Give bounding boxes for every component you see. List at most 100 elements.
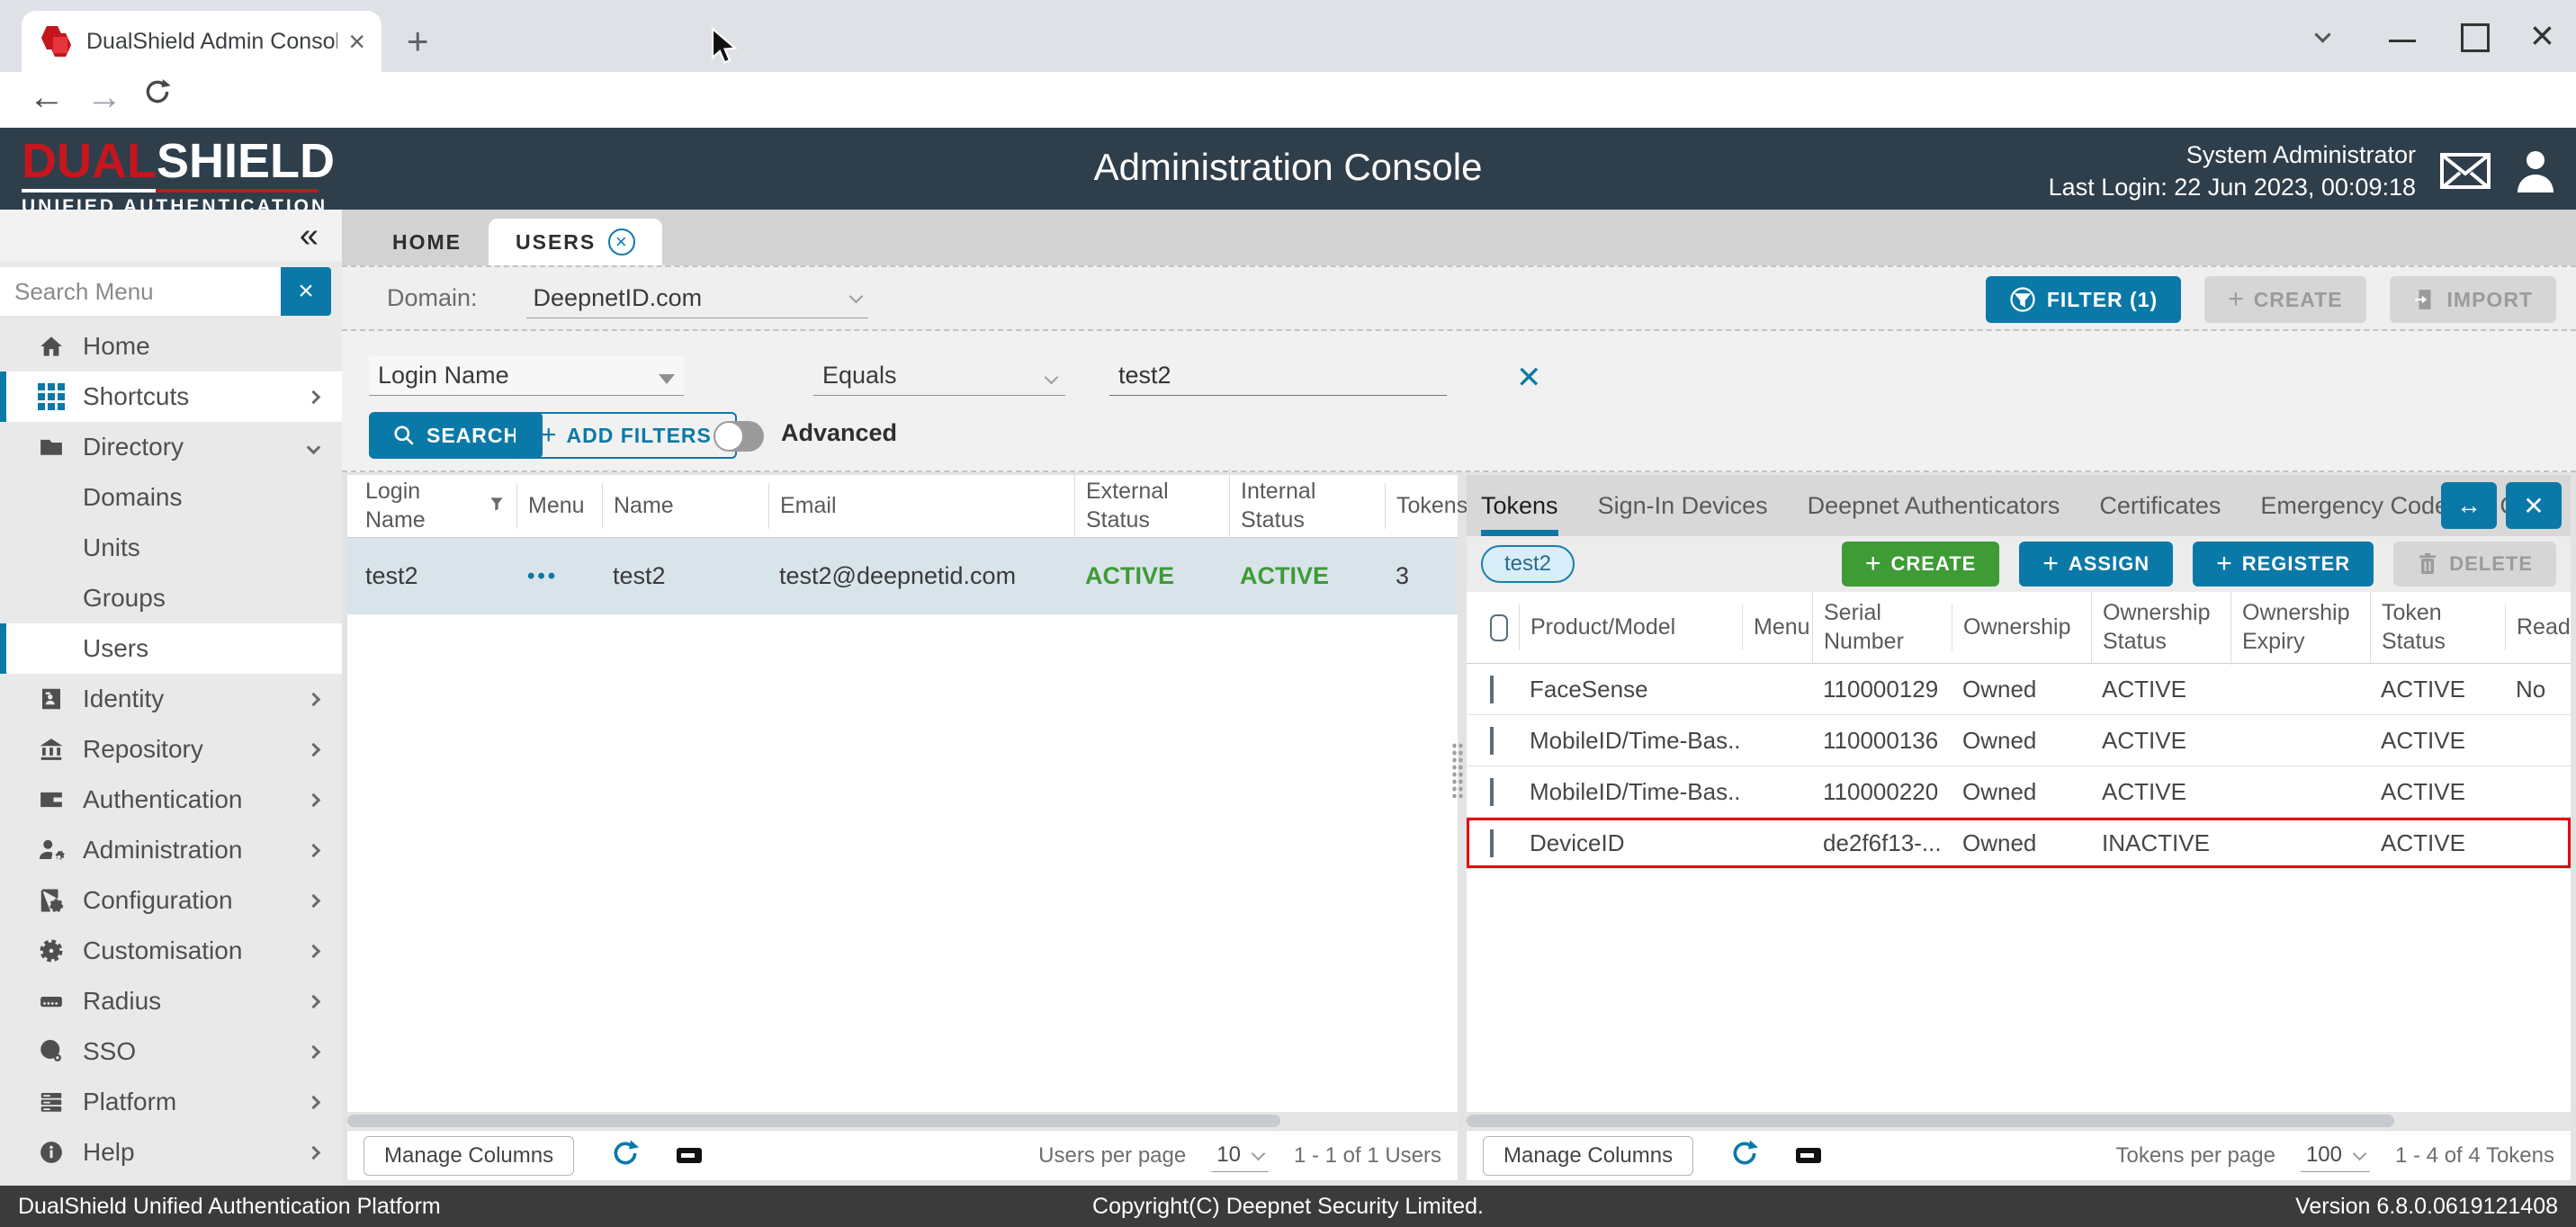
col-select-all[interactable]: [1467, 605, 1519, 650]
register-token-button[interactable]: +REGISTER: [2193, 542, 2374, 587]
forward-icon[interactable]: →: [86, 77, 122, 118]
row-checkbox[interactable]: [1490, 676, 1494, 703]
refresh-icon[interactable]: [1729, 1138, 1760, 1173]
create-token-button[interactable]: +CREATE: [1842, 542, 1999, 587]
filter-clear-icon[interactable]: ✕: [1516, 360, 1542, 396]
window-close-button[interactable]: ×: [2530, 11, 2554, 59]
col-ownership-status[interactable]: Ownership Status: [2091, 590, 2230, 665]
col-internal-status[interactable]: Internal Status: [1229, 469, 1385, 543]
sidebar-item-directory[interactable]: Directory: [0, 422, 342, 472]
selected-user-chip[interactable]: test2: [1481, 545, 1575, 583]
sidebar-item-home[interactable]: Home: [0, 321, 342, 372]
close-panel-button[interactable]: ✕: [2506, 482, 2562, 529]
sidebar-item-users[interactable]: Users: [0, 623, 342, 674]
sidebar-item-help[interactable]: Help: [0, 1127, 342, 1178]
token-row[interactable]: MobileID/Time-Bas... 110000220 Owned ACT…: [1467, 766, 2571, 818]
col-menu[interactable]: Menu: [516, 483, 602, 529]
tab-users[interactable]: USERS ×: [489, 219, 662, 265]
tab-certificates[interactable]: Certificates: [2099, 475, 2221, 536]
row-checkbox[interactable]: [1490, 829, 1494, 857]
col-email[interactable]: Email: [768, 483, 1074, 529]
filter-value-input[interactable]: [1109, 356, 1447, 396]
col-tokens[interactable]: Tokens: [1385, 483, 1478, 529]
account-person-icon[interactable]: [2515, 149, 2556, 193]
sidebar-item-units[interactable]: Units: [0, 523, 342, 573]
col-token-status[interactable]: Token Status: [2370, 590, 2505, 665]
filter-field-select[interactable]: Login Name: [369, 356, 684, 396]
col-product-model[interactable]: Product/Model: [1519, 605, 1742, 650]
window-maximize-button[interactable]: [2461, 23, 2490, 52]
sidebar-item-authentication[interactable]: Authentication: [0, 775, 342, 825]
tab-sign-in-devices[interactable]: Sign-In Devices: [1598, 475, 1768, 536]
expand-panel-button[interactable]: ↔: [2441, 482, 2497, 529]
column-filter-funnel-icon[interactable]: [488, 492, 506, 520]
sidebar-item-administration[interactable]: Administration: [0, 825, 342, 875]
import-button[interactable]: IMPORT: [2390, 276, 2556, 323]
sidebar-collapse-icon[interactable]: «: [300, 219, 319, 253]
tab-emergency-codes[interactable]: Emergency Codes: [2260, 475, 2460, 536]
sidebar-item-platform[interactable]: Platform: [0, 1077, 342, 1127]
col-ownership[interactable]: Ownership: [1952, 605, 2091, 650]
sidebar-item-identity[interactable]: Identity: [0, 674, 342, 724]
per-page-label: Users per page: [1038, 1143, 1186, 1169]
user-row-selected[interactable]: test2 ••• test2 test2@deepnetid.com ACTI…: [347, 538, 1458, 614]
col-name[interactable]: Name: [602, 483, 768, 529]
tab-deepnet-authenticators[interactable]: Deepnet Authenticators: [1808, 475, 2060, 536]
create-user-button[interactable]: +CREATE: [2204, 276, 2365, 323]
refresh-icon[interactable]: [610, 1138, 641, 1173]
domain-select[interactable]: DeepnetID.com: [526, 279, 868, 318]
browser-tab[interactable]: DualShield Admin Console ×: [22, 11, 381, 72]
manage-columns-button[interactable]: Manage Columns: [1483, 1136, 1693, 1176]
panel-resize-handle[interactable]: [1451, 742, 1465, 798]
new-tab-button[interactable]: +: [407, 25, 429, 58]
back-icon[interactable]: ←: [29, 77, 65, 118]
filter-button[interactable]: FILTER (1): [1986, 276, 2181, 323]
row-checkbox[interactable]: [1490, 727, 1494, 755]
tab-home[interactable]: HOME: [365, 219, 489, 265]
users-horizontal-scrollbar[interactable]: [347, 1112, 1458, 1130]
col-ownership-expiry[interactable]: Ownership Expiry: [2230, 590, 2370, 665]
manage-columns-button[interactable]: Manage Columns: [364, 1136, 574, 1176]
sidebar-item-groups[interactable]: Groups: [0, 573, 342, 623]
col-menu[interactable]: Menu: [1742, 605, 1812, 650]
reload-icon[interactable]: [142, 76, 173, 116]
col-external-status[interactable]: External Status: [1074, 469, 1229, 543]
col-login-name[interactable]: Login Name: [355, 469, 516, 543]
search-clear-button[interactable]: ×: [281, 267, 331, 316]
tab-tokens[interactable]: Tokens: [1481, 475, 1558, 536]
collapse-grid-icon[interactable]: [677, 1148, 702, 1163]
row-menu-icon[interactable]: •••: [516, 564, 602, 589]
sidebar-item-radius[interactable]: Radius: [0, 976, 342, 1026]
window-minimize-button[interactable]: [2389, 40, 2416, 42]
scrollbar-thumb[interactable]: [1467, 1115, 2394, 1127]
sidebar-item-sso[interactable]: SSO: [0, 1026, 342, 1077]
col-serial-number[interactable]: Serial Number: [1812, 590, 1952, 665]
token-row-highlighted[interactable]: DeviceID de2f6f13-... Owned INACTIVE ACT…: [1467, 818, 2571, 869]
tab-search-chevron-icon[interactable]: [2317, 29, 2329, 45]
advanced-toggle[interactable]: [714, 421, 764, 452]
select-all-checkbox[interactable]: [1490, 614, 1508, 641]
token-row[interactable]: MobileID/Time-Bas... 110000136 Owned ACT…: [1467, 715, 2571, 766]
sidebar-item-configuration[interactable]: Configuration: [0, 875, 342, 926]
collapse-grid-icon[interactable]: [1796, 1148, 1821, 1163]
delete-token-button[interactable]: DELETE: [2393, 542, 2556, 587]
sidebar-item-customisation[interactable]: Customisation: [0, 926, 342, 976]
tab-close-icon[interactable]: ×: [608, 228, 635, 255]
sidebar-item-shortcuts[interactable]: Shortcuts: [0, 372, 342, 422]
messages-envelope-icon[interactable]: [2439, 152, 2491, 190]
menu-search-input[interactable]: [0, 267, 281, 316]
row-checkbox[interactable]: [1490, 778, 1494, 806]
token-row[interactable]: FaceSense 110000129 Owned ACTIVE ACTIVE …: [1467, 664, 2571, 715]
scrollbar-thumb[interactable]: [347, 1115, 1280, 1127]
sidebar-item-domains[interactable]: Domains: [0, 472, 342, 523]
close-icon: ✕: [2523, 491, 2544, 521]
users-per-page-select[interactable]: 10: [1211, 1139, 1269, 1172]
assign-token-button[interactable]: +ASSIGN: [2019, 542, 2173, 587]
tokens-horizontal-scrollbar[interactable]: [1467, 1112, 2571, 1130]
col-read[interactable]: Read: [2505, 605, 2576, 650]
tokens-per-page-select[interactable]: 100: [2301, 1139, 2370, 1172]
filter-operator-select[interactable]: Equals: [813, 356, 1065, 396]
tab-close-icon[interactable]: ×: [348, 27, 365, 56]
sidebar-item-repository[interactable]: Repository: [0, 724, 342, 775]
add-filters-button[interactable]: +ADD FILTERS: [516, 412, 737, 459]
